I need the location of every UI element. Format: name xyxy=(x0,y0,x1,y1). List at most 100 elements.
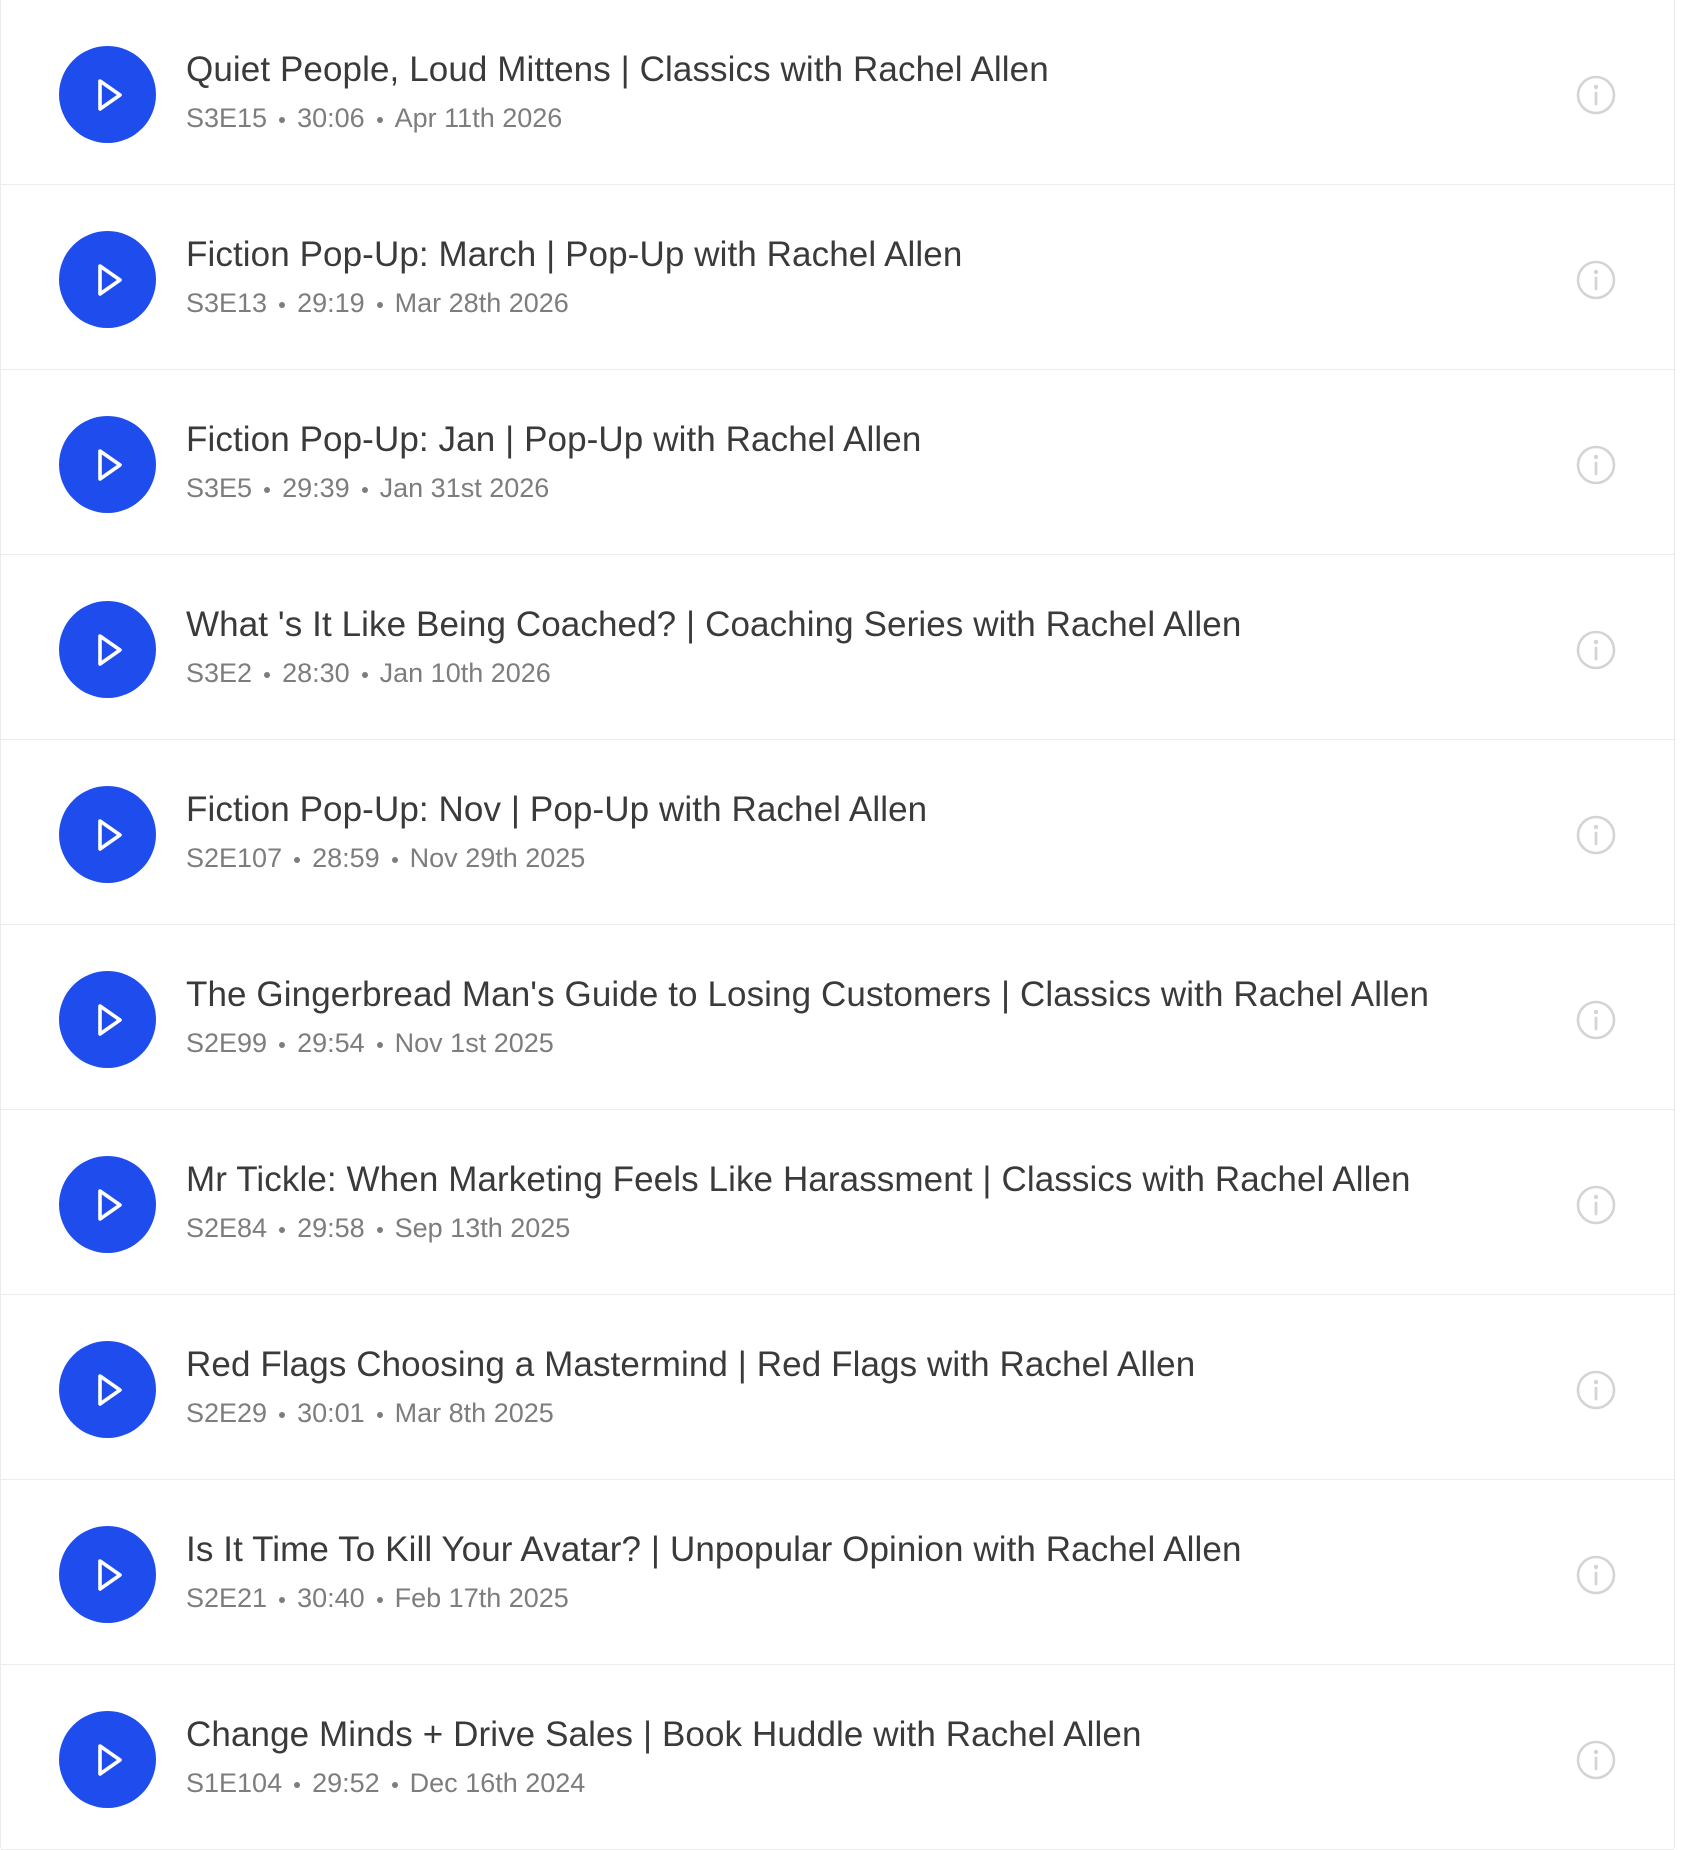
episode-title[interactable]: Fiction Pop-Up: March | Pop-Up with Rach… xyxy=(186,233,962,277)
play-button[interactable] xyxy=(59,786,156,883)
info-button[interactable] xyxy=(1575,259,1617,301)
info-icon xyxy=(1576,75,1616,115)
info-button[interactable] xyxy=(1575,629,1617,671)
episode-row[interactable]: Mr Tickle: When Marketing Feels Like Har… xyxy=(1,1110,1674,1295)
meta-separator xyxy=(279,117,286,123)
play-button[interactable] xyxy=(59,46,156,143)
episode-row[interactable]: Is It Time To Kill Your Avatar? | Unpopu… xyxy=(1,1480,1674,1665)
play-button[interactable] xyxy=(59,416,156,513)
play-button[interactable] xyxy=(59,971,156,1068)
episode-title[interactable]: What 's It Like Being Coached? | Coachin… xyxy=(186,603,1241,647)
meta-separator xyxy=(361,487,368,493)
episode-meta: S2E99 29:54 Nov 1st 2025 xyxy=(186,1026,554,1060)
meta-separator xyxy=(391,857,398,863)
episode-meta: S2E107 28:59 Nov 29th 2025 xyxy=(186,841,585,875)
info-icon xyxy=(1576,630,1616,670)
episode-title[interactable]: Mr Tickle: When Marketing Feels Like Har… xyxy=(186,1158,1411,1202)
episode-date: Nov 1st 2025 xyxy=(394,1028,554,1058)
episode-duration: 28:59 xyxy=(312,843,380,873)
play-button[interactable] xyxy=(59,1341,156,1438)
episode-date: Mar 28th 2026 xyxy=(394,288,569,318)
episode-title[interactable]: The Gingerbread Man's Guide to Losing Cu… xyxy=(186,973,1429,1017)
meta-separator xyxy=(279,1042,286,1048)
info-button[interactable] xyxy=(1575,999,1617,1041)
info-button[interactable] xyxy=(1575,74,1617,116)
play-icon xyxy=(97,78,122,111)
play-button[interactable] xyxy=(59,231,156,328)
episode-code: S2E29 xyxy=(186,1398,268,1428)
episode-title[interactable]: Red Flags Choosing a Mastermind | Red Fl… xyxy=(186,1343,1195,1387)
play-icon xyxy=(97,1003,122,1036)
play-button[interactable] xyxy=(59,601,156,698)
episode-title[interactable]: Change Minds + Drive Sales | Book Huddle… xyxy=(186,1713,1142,1757)
episode-code: S1E104 xyxy=(186,1768,283,1798)
episode-meta: S2E21 30:40 Feb 17th 2025 xyxy=(186,1581,569,1615)
episode-date: Jan 10th 2026 xyxy=(379,658,551,688)
episode-date: Sep 13th 2025 xyxy=(394,1213,571,1243)
episode-meta: S3E5 29:39 Jan 31st 2026 xyxy=(186,471,549,505)
info-icon xyxy=(1576,1000,1616,1040)
episode-duration: 29:54 xyxy=(297,1028,365,1058)
meta-separator xyxy=(391,1782,398,1788)
meta-separator xyxy=(376,1597,383,1603)
episode-row[interactable]: Red Flags Choosing a Mastermind | Red Fl… xyxy=(1,1295,1674,1480)
episode-duration: 30:01 xyxy=(297,1398,365,1428)
info-icon xyxy=(1576,815,1616,855)
episode-meta: S1E104 29:52 Dec 16th 2024 xyxy=(186,1766,585,1800)
play-button[interactable] xyxy=(59,1156,156,1253)
meta-separator xyxy=(279,302,286,308)
episode-row[interactable]: Change Minds + Drive Sales | Book Huddle… xyxy=(1,1665,1674,1850)
episode-title[interactable]: Fiction Pop-Up: Jan | Pop-Up with Rachel… xyxy=(186,418,921,462)
episode-date: Apr 11th 2026 xyxy=(394,103,563,133)
info-button[interactable] xyxy=(1575,1739,1617,1781)
episode-meta: S2E84 29:58 Sep 13th 2025 xyxy=(186,1211,570,1245)
episode-row[interactable]: Fiction Pop-Up: Nov | Pop-Up with Rachel… xyxy=(1,740,1674,925)
meta-separator xyxy=(279,1597,286,1603)
episode-row[interactable]: What 's It Like Being Coached? | Coachin… xyxy=(1,555,1674,740)
episode-code: S2E84 xyxy=(186,1213,268,1243)
episode-duration: 30:06 xyxy=(297,103,365,133)
episode-row[interactable]: Fiction Pop-Up: Jan | Pop-Up with Rachel… xyxy=(1,370,1674,555)
info-icon xyxy=(1576,445,1616,485)
info-button[interactable] xyxy=(1575,1184,1617,1226)
episode-code: S3E5 xyxy=(186,473,253,503)
play-button[interactable] xyxy=(59,1711,156,1808)
episode-row[interactable]: The Gingerbread Man's Guide to Losing Cu… xyxy=(1,925,1674,1110)
episode-code: S2E21 xyxy=(186,1583,268,1613)
info-button[interactable] xyxy=(1575,1554,1617,1596)
episode-code: S3E2 xyxy=(186,658,253,688)
episode-duration: 30:40 xyxy=(297,1583,365,1613)
episode-duration: 29:58 xyxy=(297,1213,365,1243)
episode-code: S2E107 xyxy=(186,843,283,873)
meta-separator xyxy=(361,672,368,678)
info-icon xyxy=(1576,1555,1616,1595)
info-button[interactable] xyxy=(1575,814,1617,856)
info-button[interactable] xyxy=(1575,1369,1617,1411)
meta-separator xyxy=(264,672,271,678)
episode-duration: 29:39 xyxy=(282,473,350,503)
info-button[interactable] xyxy=(1575,444,1617,486)
episode-row[interactable]: Quiet People, Loud Mittens | Classics wi… xyxy=(1,0,1674,185)
info-icon xyxy=(1576,1370,1616,1410)
episode-meta: S2E29 30:01 Mar 8th 2025 xyxy=(186,1396,554,1430)
episode-row[interactable]: Fiction Pop-Up: March | Pop-Up with Rach… xyxy=(1,185,1674,370)
episode-duration: 28:30 xyxy=(282,658,350,688)
episode-meta: S3E15 30:06 Apr 11th 2026 xyxy=(186,101,562,135)
meta-separator xyxy=(376,302,383,308)
play-icon xyxy=(97,1558,122,1591)
play-icon xyxy=(97,633,122,666)
meta-separator xyxy=(294,1782,301,1788)
episode-title[interactable]: Quiet People, Loud Mittens | Classics wi… xyxy=(186,48,1049,92)
meta-separator xyxy=(279,1412,286,1418)
episode-duration: 29:19 xyxy=(297,288,365,318)
info-icon xyxy=(1576,1185,1616,1225)
episode-duration: 29:52 xyxy=(312,1768,380,1798)
episode-title[interactable]: Is It Time To Kill Your Avatar? | Unpopu… xyxy=(186,1528,1242,1572)
episode-meta: S3E13 29:19 Mar 28th 2026 xyxy=(186,286,569,320)
episode-list: Quiet People, Loud Mittens | Classics wi… xyxy=(0,0,1675,1850)
play-button[interactable] xyxy=(59,1526,156,1623)
episode-title[interactable]: Fiction Pop-Up: Nov | Pop-Up with Rachel… xyxy=(186,788,927,832)
meta-separator xyxy=(264,487,271,493)
meta-separator xyxy=(376,1042,383,1048)
play-icon xyxy=(97,818,122,851)
